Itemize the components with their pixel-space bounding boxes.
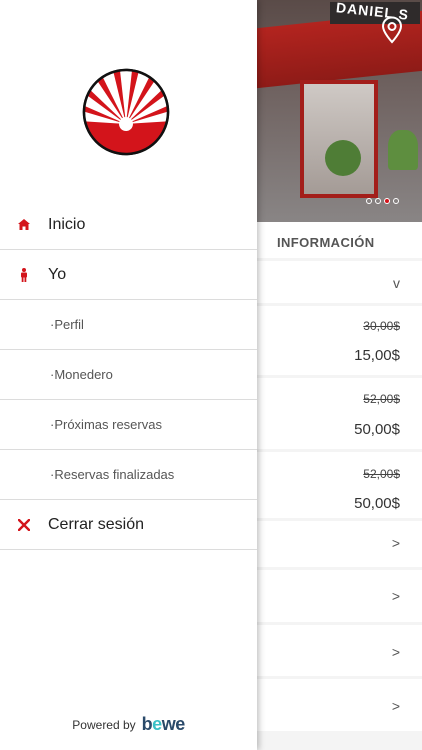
menu-item-cerrar-sesion[interactable]: Cerrar sesión (0, 500, 257, 550)
price-item[interactable]: 52,00$ 50,00$ (257, 452, 422, 518)
carousel-dot[interactable] (366, 198, 372, 204)
hero-door (300, 80, 378, 198)
info-header-label: INFORMACIÓN (277, 235, 375, 250)
home-icon (0, 219, 48, 230)
old-price: 30,00$ (363, 319, 400, 333)
menu-item-monedero[interactable]: ·Monedero (0, 350, 257, 400)
info-dropdown-row[interactable]: v (257, 261, 422, 303)
sunburst-logo (82, 68, 170, 156)
menu-item-label: Inicio (48, 215, 86, 233)
info-row[interactable]: > (257, 625, 422, 676)
menu-item-proximas-reservas[interactable]: ·Próximas reservas (0, 400, 257, 450)
menu-item-label: Cerrar sesión (48, 515, 145, 533)
close-icon (0, 518, 48, 531)
info-row[interactable]: > (257, 570, 422, 622)
info-row[interactable]: > (257, 679, 422, 731)
menu-item-reservas-finalizadas[interactable]: ·Reservas finalizadas (0, 450, 257, 500)
old-price: 52,00$ (363, 392, 400, 406)
bewe-logo: bewe (141, 714, 186, 734)
map-pin-icon[interactable] (381, 16, 403, 44)
new-price: 50,00$ (354, 495, 400, 512)
person-icon (0, 267, 48, 282)
menu-item-label: ·Próximas reservas (50, 417, 162, 432)
hero-plant (325, 140, 361, 176)
menu-item-label: ·Monedero (50, 367, 113, 382)
chevron-right-icon: > (391, 644, 400, 660)
carousel-dots[interactable] (366, 198, 399, 204)
drawer-menu: Inicio Yo ·Perfil ·Monedero ·Próximas re… (0, 200, 257, 550)
chevron-right-icon: > (391, 698, 400, 714)
new-price: 15,00$ (354, 347, 400, 364)
menu-item-yo[interactable]: Yo (0, 250, 257, 300)
navigation-drawer: Inicio Yo ·Perfil ·Monedero ·Próximas re… (0, 0, 257, 750)
menu-item-label: ·Perfil (50, 317, 84, 332)
price-item[interactable]: 52,00$ 50,00$ (257, 378, 422, 449)
carousel-dot[interactable] (375, 198, 381, 204)
old-price: 52,00$ (363, 467, 400, 481)
hero-plant-2 (388, 130, 418, 170)
chevron-right-icon: > (391, 535, 400, 551)
carousel-dot[interactable] (393, 198, 399, 204)
menu-item-label: Yo (48, 265, 67, 283)
chevron-right-icon: > (391, 588, 400, 604)
menu-item-label: ·Reservas finalizadas (50, 467, 175, 482)
menu-item-inicio[interactable]: Inicio (0, 200, 257, 250)
new-price: 50,00$ (354, 421, 400, 438)
price-item[interactable]: 30,00$ 15,00$ (257, 306, 422, 375)
chevron-down-icon: v (393, 275, 400, 291)
info-header: INFORMACIÓN (257, 222, 422, 258)
info-row[interactable]: > (257, 521, 422, 567)
carousel-dot-active[interactable] (384, 198, 390, 204)
menu-item-perfil[interactable]: ·Perfil (0, 300, 257, 350)
powered-by[interactable]: Powered by bewe (0, 714, 257, 735)
powered-by-label: Powered by (72, 717, 136, 732)
